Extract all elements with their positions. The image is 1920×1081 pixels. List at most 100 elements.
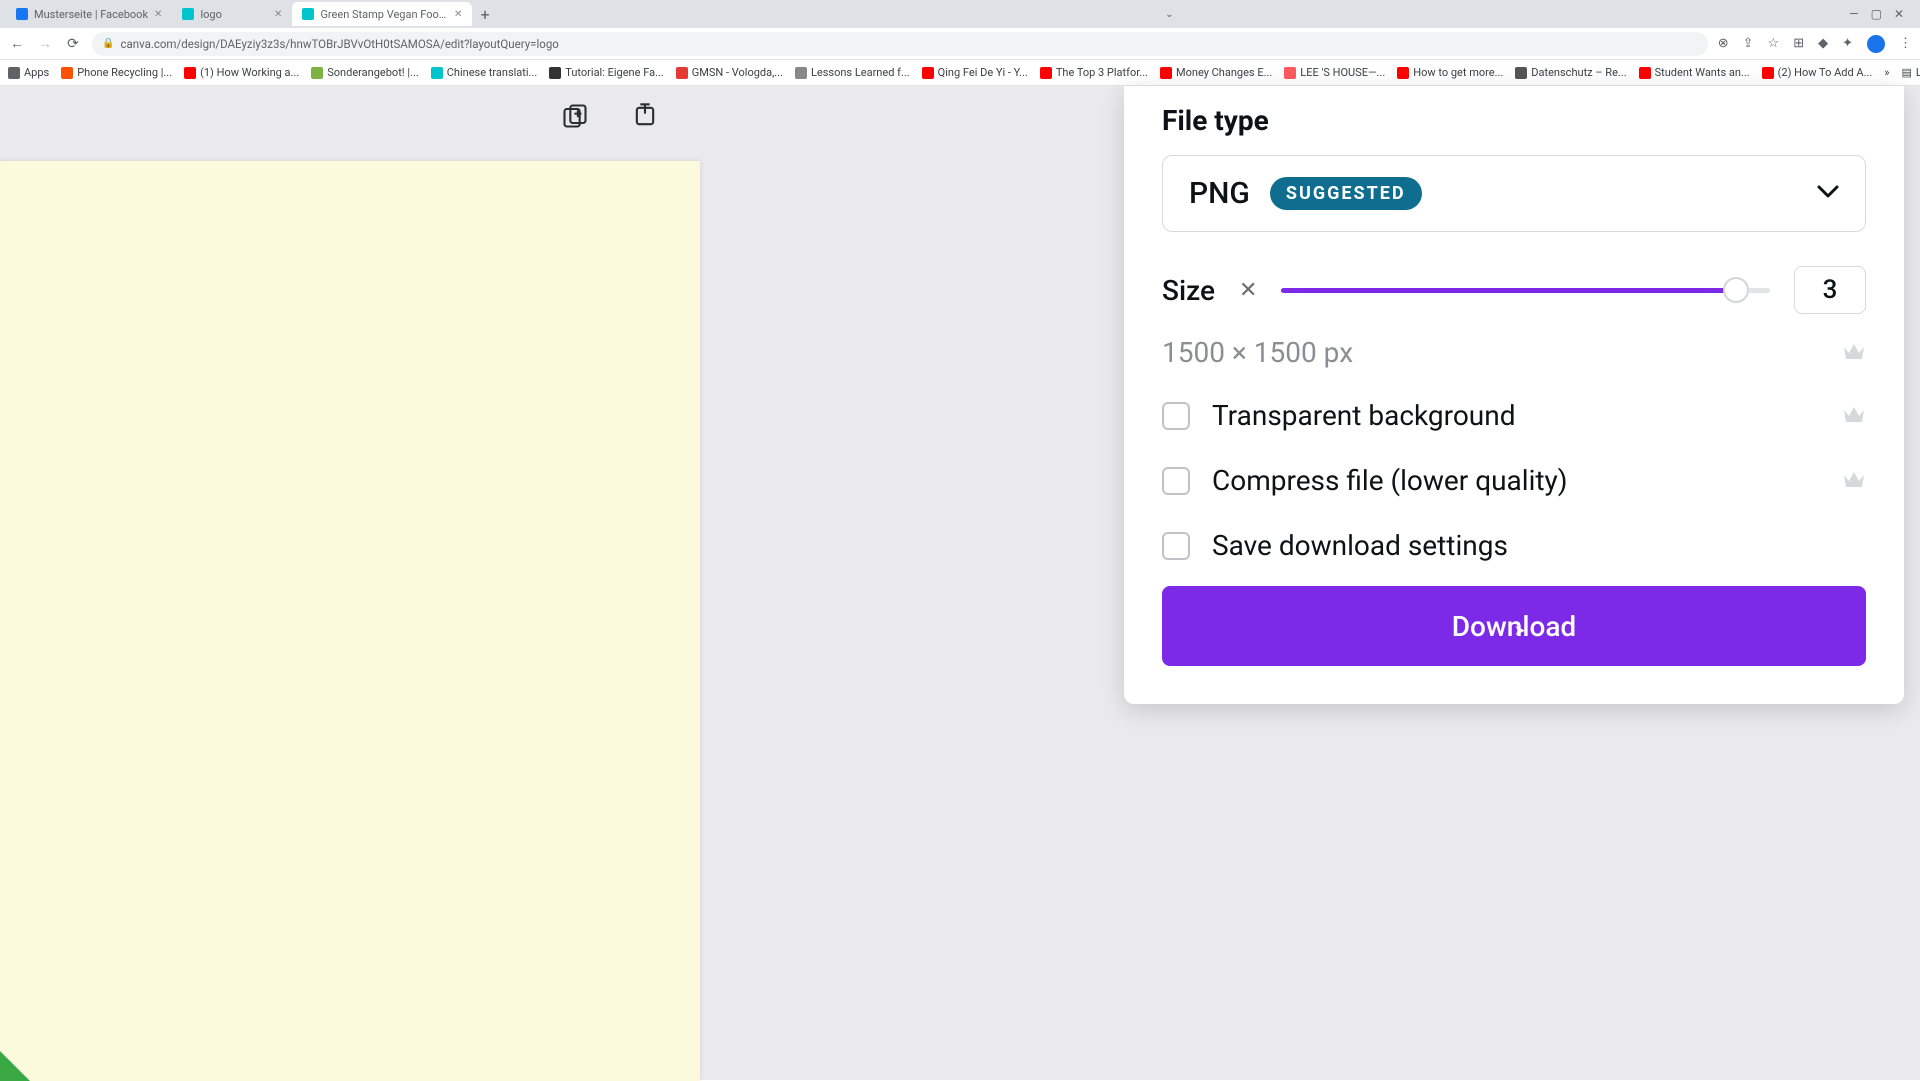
compress-file-option[interactable]: Compress file (lower quality) [1162,464,1866,497]
apps-button[interactable]: Apps [8,66,49,79]
url-field[interactable]: 🔒 canva.com/design/DAEyziy3z3s/hnwTOBrJB… [92,32,1708,56]
window-controls: ― ▢ ✕ [1849,7,1914,21]
checkbox[interactable] [1162,532,1190,560]
suggested-badge: SUGGESTED [1270,177,1422,210]
crown-icon [1842,341,1866,365]
filetype-select[interactable]: PNG SUGGESTED [1162,155,1866,232]
favicon [61,67,73,79]
bookmark-item[interactable]: LEE 'S HOUSE—... [1284,66,1385,79]
apps-icon [8,67,20,79]
bookmark-item[interactable]: GMSN - Vologda,... [676,66,783,79]
size-slider[interactable] [1281,277,1770,303]
favicon [184,67,196,79]
bookmark-item[interactable]: (1) How Working a... [184,66,299,79]
bookmark-item[interactable]: How to get more... [1397,66,1503,79]
browser-tab[interactable]: logo ✕ [172,2,292,26]
tab-title: logo [200,8,268,21]
favicon [431,67,443,79]
browser-tab[interactable]: Musterseite | Facebook ✕ [6,2,172,26]
browser-tab-active[interactable]: Green Stamp Vegan Food Res ✕ [292,2,472,26]
chevron-down-icon [1817,184,1839,203]
translate-icon[interactable]: ⊗ [1718,36,1729,51]
menu-icon[interactable]: ⋮ [1899,36,1912,51]
close-icon[interactable]: ✕ [154,9,162,20]
minimize-icon[interactable]: ― [1849,7,1858,21]
canvas-toolbar [560,101,660,131]
tab-title: Musterseite | Facebook [34,8,148,21]
bookmark-item[interactable]: Money Changes E... [1160,66,1272,79]
extension-icon[interactable]: ◆ [1818,36,1828,51]
bookmark-item[interactable]: Phone Recycling |... [61,66,172,79]
favicon [1284,67,1296,79]
size-label: Size [1162,274,1215,307]
dimensions-row: 1500 × 1500 px [1162,336,1866,369]
crown-icon [1842,469,1866,493]
content-area: File type PNG SUGGESTED Size ✕ 1500 × 15… [0,86,1920,1080]
favicon [1515,67,1527,79]
chevron-down-icon[interactable]: ⌄ [1165,9,1173,20]
lock-icon: 🔒 [102,38,114,49]
size-input[interactable] [1794,266,1866,314]
checkbox-label: Transparent background [1212,399,1516,432]
transparent-bg-option[interactable]: Transparent background [1162,399,1866,432]
filetype-value: PNG [1189,176,1250,211]
bookmark-item[interactable]: Qing Fei De Yi - Y... [922,66,1028,79]
bookmark-icon[interactable]: ☆ [1768,36,1780,51]
slider-thumb[interactable] [1723,277,1749,303]
puzzle-icon[interactable]: ✦ [1842,36,1853,51]
slider-fill [1281,288,1735,293]
extension-icon[interactable]: ⊞ [1793,36,1804,51]
design-canvas[interactable] [0,161,700,1081]
reading-list[interactable]: ▤ Leseliste [1901,66,1920,79]
close-window-icon[interactable]: ✕ [1894,7,1904,21]
favicon [311,67,323,79]
checkbox[interactable] [1162,467,1190,495]
bookmark-item[interactable]: Datenschutz – Re... [1515,66,1626,79]
save-settings-option[interactable]: Save download settings [1162,529,1866,562]
checkbox-label: Save download settings [1212,529,1508,562]
bookmark-item[interactable]: Sonderangebot! |... [311,66,419,79]
bookmark-item[interactable]: Tutorial: Eigene Fa... [549,66,664,79]
avatar[interactable] [1867,35,1885,53]
favicon [795,67,807,79]
checkbox[interactable] [1162,402,1190,430]
canvas-corner-decoration [0,1051,30,1081]
bookmark-item[interactable]: Student Wants an... [1639,66,1750,79]
reading-list-icon: ▤ [1901,66,1911,79]
favicon [302,8,314,20]
bookmark-item[interactable]: (2) How To Add A... [1762,66,1873,79]
bookmark-item[interactable]: Chinese translati... [431,66,538,79]
close-icon[interactable]: ✕ [454,9,462,20]
bookmark-item[interactable]: Lessons Learned f... [795,66,910,79]
tab-title: Green Stamp Vegan Food Res [320,8,448,21]
forward-icon[interactable]: → [36,35,54,52]
address-bar-icons: ⊗ ⇪ ☆ ⊞ ◆ ✦ ⋮ [1718,35,1912,53]
reload-icon[interactable]: ⟳ [64,36,82,52]
download-panel: File type PNG SUGGESTED Size ✕ 1500 × 15… [1124,86,1904,704]
maximize-icon[interactable]: ▢ [1871,7,1882,21]
browser-chrome: Musterseite | Facebook ✕ logo ✕ Green St… [0,0,1920,86]
bookmarks-bar: Apps Phone Recycling |... (1) How Workin… [0,60,1920,86]
address-bar: ← → ⟳ 🔒 canva.com/design/DAEyziy3z3s/hnw… [0,28,1920,60]
multiply-icon: ✕ [1239,278,1257,303]
tab-bar: Musterseite | Facebook ✕ logo ✕ Green St… [0,0,1920,28]
share-icon[interactable]: ⇪ [1743,36,1754,51]
favicon [676,67,688,79]
duplicate-page-icon[interactable] [560,101,590,131]
cursor-icon: ➤ [1514,623,1526,639]
add-page-icon[interactable] [630,101,660,131]
new-tab-button[interactable]: + [472,5,497,24]
close-icon[interactable]: ✕ [274,9,282,20]
favicon [182,8,194,20]
favicon [16,8,28,20]
overflow-icon[interactable]: » [1884,66,1889,79]
favicon [922,67,934,79]
favicon [1040,67,1052,79]
crown-icon [1842,404,1866,428]
back-icon[interactable]: ← [8,35,26,52]
dimensions-text: 1500 × 1500 px [1162,336,1353,369]
size-row: Size ✕ [1162,266,1866,314]
bookmark-item[interactable]: The Top 3 Platfor... [1040,66,1148,79]
favicon [1160,67,1172,79]
download-button[interactable]: Download ➤ [1162,586,1866,666]
